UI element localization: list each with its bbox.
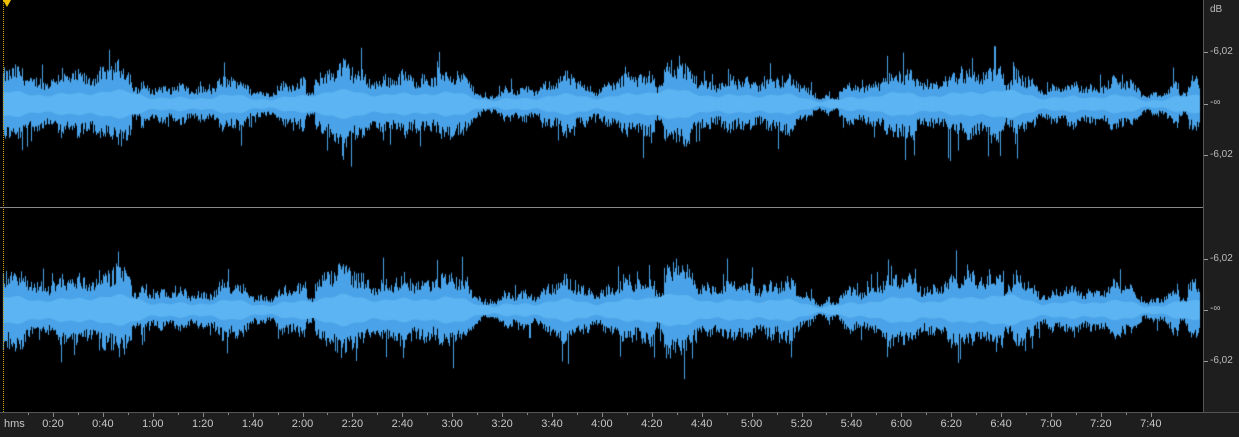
time-tick-label: 3:00 (441, 418, 463, 430)
time-tick (1001, 413, 1002, 417)
db-tick (1204, 361, 1208, 362)
time-minor-tick (128, 413, 129, 415)
ch2-db-top-label: -6,02 (1210, 253, 1233, 264)
time-tick-label: 1:20 (191, 418, 214, 430)
ch2-db-center-label: -∞ (1210, 303, 1221, 314)
time-tick-label: 3:40 (541, 418, 563, 430)
playhead-marker-icon[interactable] (3, 0, 11, 7)
time-tick (1051, 413, 1052, 417)
ch1-db-center-label: -∞ (1210, 97, 1221, 108)
time-minor-tick (228, 413, 229, 415)
ch2-db-bottom-label: -6,02 (1210, 355, 1233, 366)
db-tick (1204, 310, 1208, 311)
waveform-editor[interactable]: dB -6,02 -∞ -6,02 -6,02 -∞ -6,02 hms 0:2… (0, 0, 1239, 437)
time-minor-tick (327, 413, 328, 415)
time-tick-label: 5:20 (790, 418, 813, 430)
time-minor-tick (1126, 413, 1127, 415)
time-minor-tick (178, 413, 179, 415)
time-ruler[interactable]: hms 0:20 0:40 1:00 1:20 1:40 2:00 2:20 2:40 3:00… (0, 412, 1239, 437)
time-tick (203, 413, 204, 417)
time-tick-label: 3:20 (491, 418, 513, 430)
time-tick-label: 1:00 (142, 418, 164, 430)
time-tick-label: 7:20 (1090, 418, 1112, 430)
time-minor-tick (826, 413, 827, 415)
time-minor-tick (78, 413, 79, 415)
time-minor-tick (527, 413, 528, 415)
time-minor-tick (876, 413, 877, 415)
time-tick-label: 4:40 (690, 418, 713, 430)
time-tick (1151, 413, 1152, 417)
channel-divider (0, 207, 1239, 208)
time-tick (303, 413, 304, 417)
channel-2-waveform[interactable] (0, 208, 1203, 412)
time-tick (851, 413, 852, 417)
playhead-cursor[interactable] (3, 0, 11, 412)
db-tick (1204, 155, 1208, 156)
time-tick-label: 6:40 (990, 418, 1012, 430)
ch1-db-top-label: -6,02 (1210, 46, 1233, 57)
db-ruler: dB -6,02 -∞ -6,02 -6,02 -∞ -6,02 (1203, 0, 1239, 412)
time-tick (253, 413, 254, 417)
time-minor-tick (377, 413, 378, 415)
time-tick (802, 413, 803, 417)
ch1-db-bottom-label: -6,02 (1210, 149, 1233, 160)
db-unit-label: dB (1210, 4, 1223, 15)
channel-2-canvas (0, 208, 1203, 412)
time-tick (153, 413, 154, 417)
time-tick (752, 413, 753, 417)
time-tick-label: 7:40 (1140, 418, 1162, 430)
time-tick (53, 413, 54, 417)
time-tick (1101, 413, 1102, 417)
time-minor-tick (727, 413, 728, 415)
time-minor-tick (926, 413, 927, 415)
time-tick-label: 5:00 (740, 418, 763, 430)
time-tick-label: 5:40 (840, 418, 863, 430)
db-tick (1204, 259, 1208, 260)
time-minor-tick (577, 413, 578, 415)
time-tick-label: 1:40 (241, 418, 264, 430)
channel-1-waveform[interactable] (0, 0, 1203, 207)
time-tick (552, 413, 553, 417)
db-tick (1204, 104, 1208, 105)
time-minor-tick (477, 413, 478, 415)
waveform-display[interactable] (0, 0, 1203, 412)
time-minor-tick (677, 413, 678, 415)
time-tick (951, 413, 952, 417)
time-tick-label: 4:20 (641, 418, 663, 430)
time-minor-tick (427, 413, 428, 415)
time-tick-label: 0:20 (42, 418, 64, 430)
time-tick (103, 413, 104, 417)
time-tick-label: 2:00 (291, 418, 314, 430)
time-tick (452, 413, 453, 417)
time-tick (702, 413, 703, 417)
time-tick (652, 413, 653, 417)
channel-1-canvas (0, 0, 1203, 207)
time-minor-tick (627, 413, 628, 415)
time-tick-label: 4:00 (591, 418, 613, 430)
time-tick-label: 2:40 (391, 418, 414, 430)
time-minor-tick (278, 413, 279, 415)
time-minor-tick (976, 413, 977, 415)
time-tick (901, 413, 902, 417)
time-tick (602, 413, 603, 417)
time-tick-label: 7:00 (1040, 418, 1062, 430)
time-tick-label: 6:00 (890, 418, 913, 430)
time-tick (402, 413, 403, 417)
time-minor-tick (777, 413, 778, 415)
time-tick-label: 2:20 (341, 418, 364, 430)
time-minor-tick (28, 413, 29, 415)
db-tick (1204, 52, 1208, 53)
time-tick-label: 0:40 (92, 418, 114, 430)
time-minor-tick (1076, 413, 1077, 415)
time-format-label[interactable]: hms (4, 418, 25, 430)
time-tick (352, 413, 353, 417)
time-tick-label: 6:20 (940, 418, 962, 430)
time-tick (502, 413, 503, 417)
time-minor-tick (1026, 413, 1027, 415)
